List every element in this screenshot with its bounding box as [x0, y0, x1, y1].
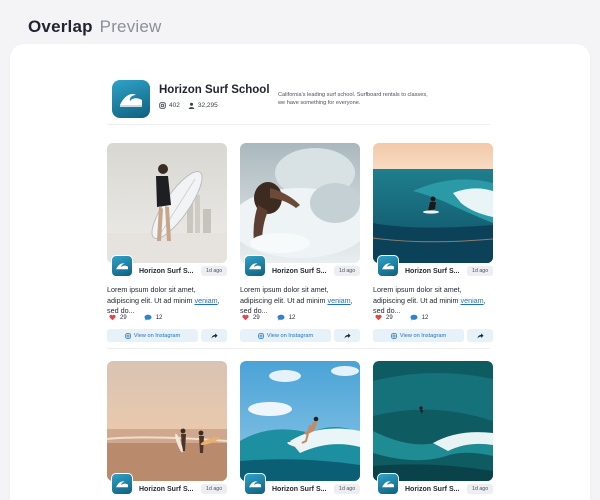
followers-count: 32,295 — [197, 102, 218, 109]
view-on-instagram-button[interactable]: View on Instagram — [373, 329, 464, 342]
post-image[interactable] — [107, 361, 227, 481]
post-caption: Lorem ipsum dolor sit amet, adipiscing e… — [240, 285, 361, 317]
post-card[interactable]: Horizon Surf S... 1d ago Lorem ipsum dol… — [240, 143, 361, 342]
post-image[interactable] — [373, 361, 493, 481]
comment-icon — [410, 314, 418, 321]
post-author-name[interactable]: Horizon Surf S... — [405, 486, 459, 493]
post-card[interactable]: Horizon Surf S... 1d ago — [107, 361, 228, 495]
profile-stats: 402 32,295 — [159, 102, 218, 109]
heart-icon — [242, 314, 249, 321]
feed-card: Horizon Surf School 402 32,295 Californi… — [10, 44, 590, 500]
caption-link[interactable]: veniam — [327, 296, 350, 305]
caption-text: Lorem ipsum dolor sit amet, adipiscing e… — [240, 285, 329, 305]
view-on-instagram-button[interactable]: View on Instagram — [240, 329, 331, 342]
post-time-badge: 1d ago — [201, 484, 228, 494]
profile-header: Horizon Surf School 402 32,295 Californi… — [112, 80, 490, 124]
wave-logo-icon — [249, 481, 261, 488]
share-button[interactable] — [334, 329, 360, 342]
post-author-avatar[interactable] — [111, 473, 133, 495]
profile-logo[interactable] — [112, 80, 150, 118]
caption-text: Lorem ipsum dolor sit amet, adipiscing e… — [373, 285, 462, 305]
post-card[interactable]: Horizon Surf S... 1d ago Lorem ipsum dol… — [373, 143, 494, 342]
post-author-avatar[interactable] — [377, 473, 399, 495]
followers-stat: 32,295 — [188, 102, 218, 109]
person-icon — [188, 102, 195, 109]
share-icon — [211, 332, 217, 338]
comment-icon — [277, 314, 285, 321]
posts-count: 402 — [169, 102, 180, 109]
post-author-avatar[interactable] — [244, 255, 266, 277]
wave-logo-icon — [382, 263, 394, 270]
row-divider — [107, 348, 490, 349]
heart-icon — [109, 314, 116, 321]
post-image[interactable] — [240, 143, 360, 263]
instagram-icon — [258, 332, 264, 339]
likes[interactable]: 29 — [375, 314, 393, 321]
header-divider — [107, 124, 490, 125]
likes-count: 29 — [386, 314, 393, 321]
caption-link[interactable]: veniam — [460, 296, 483, 305]
posts-stat: 402 — [159, 102, 180, 109]
instagram-icon — [125, 332, 131, 339]
likes[interactable]: 29 — [109, 314, 127, 321]
post-author-name[interactable]: Horizon Surf S... — [272, 268, 326, 275]
instagram-icon — [159, 102, 166, 109]
caption-text: Lorem ipsum dolor sit amet, adipiscing e… — [107, 285, 196, 305]
post-author-avatar[interactable] — [244, 473, 266, 495]
post-author-name[interactable]: Horizon Surf S... — [139, 486, 193, 493]
view-on-instagram-label: View on Instagram — [266, 332, 314, 339]
post-author-avatar[interactable] — [111, 255, 133, 277]
wave-logo-icon — [120, 94, 142, 107]
caption-link[interactable]: veniam — [194, 296, 217, 305]
post-reactions: 29 12 — [109, 314, 162, 321]
wave-logo-icon — [249, 263, 261, 270]
likes[interactable]: 29 — [242, 314, 260, 321]
share-button[interactable] — [467, 329, 493, 342]
wave-logo-icon — [382, 481, 394, 488]
comments[interactable]: 12 — [410, 314, 429, 321]
post-reactions: 29 12 — [375, 314, 428, 321]
post-time-badge: 1d ago — [334, 266, 361, 276]
post-author-name[interactable]: Horizon Surf S... — [405, 268, 459, 275]
likes-count: 29 — [253, 314, 260, 321]
post-author-avatar[interactable] — [377, 255, 399, 277]
comment-icon — [144, 314, 152, 321]
view-on-instagram-label: View on Instagram — [399, 332, 447, 339]
comments-count: 12 — [288, 314, 296, 321]
preview-title-word2: Preview — [99, 17, 162, 36]
likes-count: 29 — [120, 314, 127, 321]
share-icon — [344, 332, 350, 338]
comments[interactable]: 12 — [277, 314, 296, 321]
post-time-badge: 1d ago — [467, 266, 494, 276]
post-time-badge: 1d ago — [467, 484, 494, 494]
comments-count: 12 — [155, 314, 163, 321]
profile-name[interactable]: Horizon Surf School — [159, 84, 270, 96]
post-image[interactable] — [240, 361, 360, 481]
share-button[interactable] — [201, 329, 227, 342]
view-on-instagram-button[interactable]: View on Instagram — [107, 329, 198, 342]
share-icon — [477, 332, 483, 338]
post-time-badge: 1d ago — [334, 484, 361, 494]
instagram-icon — [391, 332, 397, 339]
post-author-name[interactable]: Horizon Surf S... — [139, 268, 193, 275]
post-author-name[interactable]: Horizon Surf S... — [272, 486, 326, 493]
post-caption: Lorem ipsum dolor sit amet, adipiscing e… — [373, 285, 494, 317]
post-image[interactable] — [373, 143, 493, 263]
comments-count: 12 — [421, 314, 429, 321]
post-image[interactable] — [107, 143, 227, 263]
post-caption: Lorem ipsum dolor sit amet, adipiscing e… — [107, 285, 228, 317]
wave-logo-icon — [116, 263, 128, 270]
post-card[interactable]: Horizon Surf S... 1d ago Lorem ipsum dol… — [107, 143, 228, 342]
post-card[interactable]: Horizon Surf S... 1d ago — [240, 361, 361, 495]
heart-icon — [375, 314, 382, 321]
wave-logo-icon — [116, 481, 128, 488]
preview-title-word1: Overlap — [28, 17, 93, 36]
view-on-instagram-label: View on Instagram — [133, 332, 181, 339]
profile-bio: California's leading surf school. Surfbo… — [278, 92, 428, 106]
post-reactions: 29 12 — [242, 314, 295, 321]
post-time-badge: 1d ago — [201, 266, 228, 276]
preview-title: Overlap Preview — [28, 17, 162, 37]
post-card[interactable]: Horizon Surf S... 1d ago — [373, 361, 494, 495]
comments[interactable]: 12 — [144, 314, 163, 321]
